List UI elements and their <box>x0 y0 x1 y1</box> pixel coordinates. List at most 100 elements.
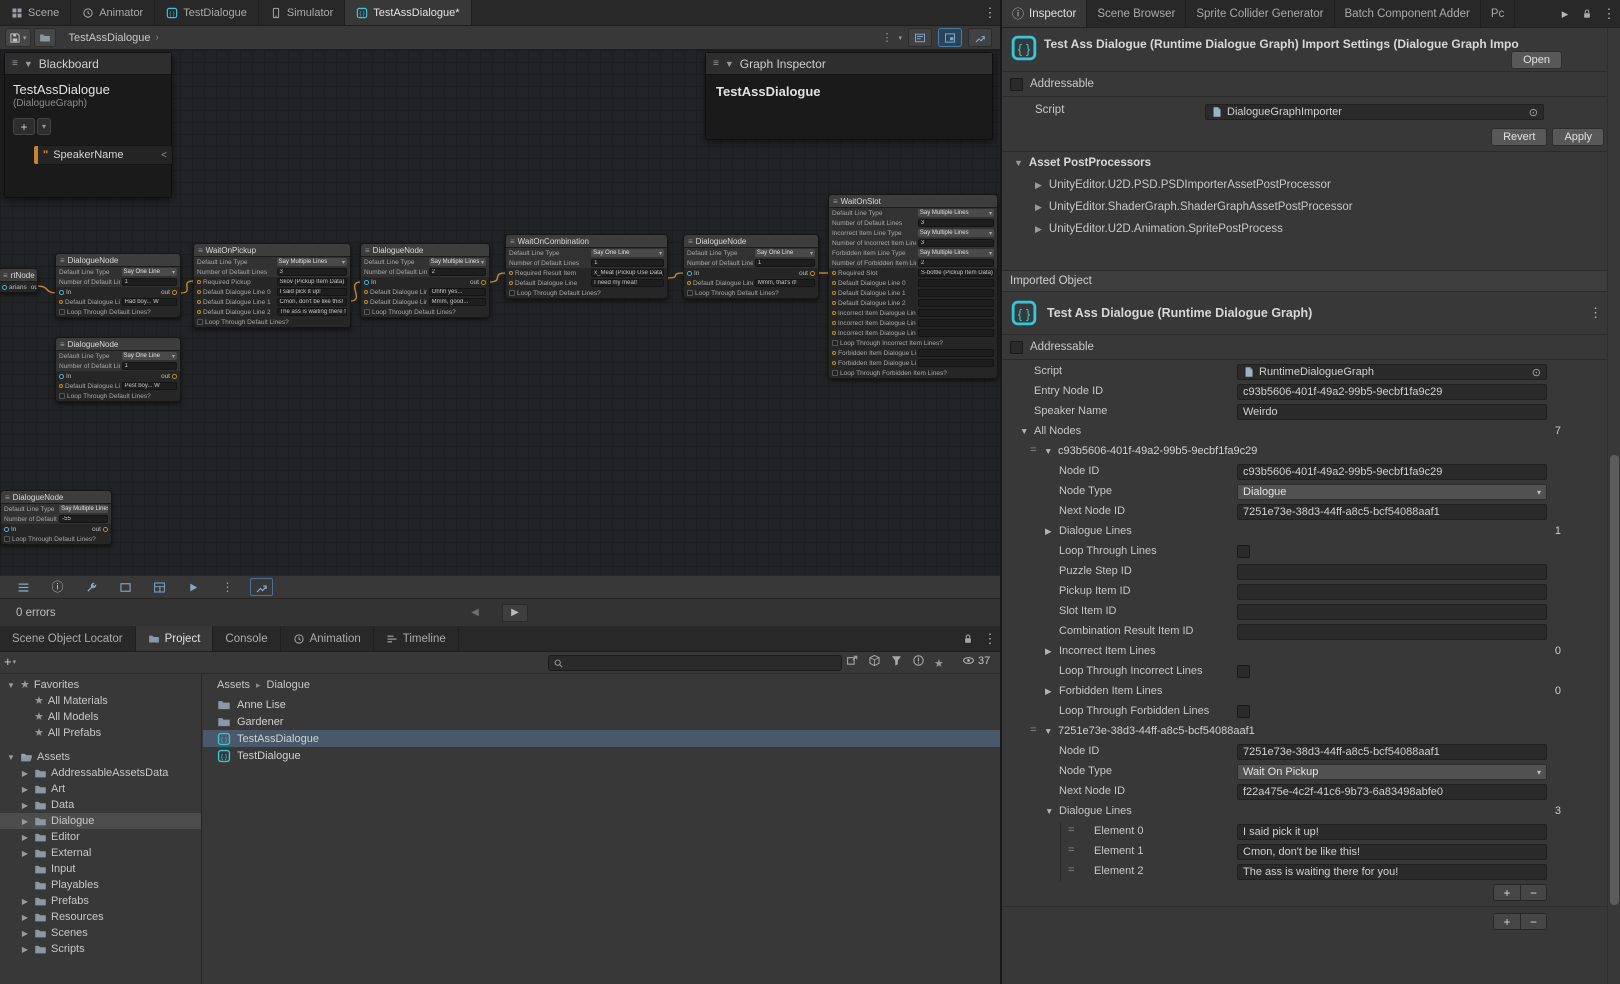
node-row-default-line-type[interactable]: Default Line TypeSay One Line▾ <box>56 351 180 361</box>
output-port[interactable] <box>481 280 486 285</box>
create-asset-button[interactable]: +▾ <box>4 654 16 669</box>
port-icon[interactable] <box>687 281 691 285</box>
checkbox[interactable] <box>1237 545 1250 558</box>
node-row[interactable]: Inout <box>1 524 111 534</box>
foldout-arrow-icon[interactable]: ▶ <box>20 913 30 922</box>
add-property-caret[interactable]: ▾ <box>37 118 51 135</box>
node-row-default-dialogue-line[interactable]: Default Dialogue LineMmm, that's it! <box>684 278 818 288</box>
node-title-bar[interactable]: ≡WaitOnSlot <box>829 195 997 208</box>
checkbox[interactable] <box>4 536 10 542</box>
port-icon[interactable] <box>832 291 836 295</box>
node-row[interactable]: Inout <box>684 268 818 278</box>
input-port[interactable] <box>59 290 64 295</box>
search-field[interactable] <box>548 655 842 671</box>
node-dropdown[interactable]: Say One Line▾ <box>755 249 815 257</box>
drag-handle-icon[interactable]: = <box>1068 864 1074 876</box>
add-property-button[interactable]: + <box>13 118 35 135</box>
array-element-header[interactable]: =▼c93b5606-401f-49a2-99b5-9ecbf1fa9c29 <box>1002 442 1620 462</box>
node-row-incorrect-item-dialogue-line-0[interactable]: Incorrect Item Dialogue Line 0 <box>829 308 997 318</box>
tree-item-favorites[interactable]: ▼★Favorites <box>0 677 201 693</box>
node-row-loop-through-default-lines[interactable]: Loop Through Default Lines? <box>361 307 489 317</box>
port-icon[interactable] <box>832 311 836 315</box>
node-number-field[interactable]: -55 <box>59 515 108 523</box>
package-button[interactable] <box>868 654 881 672</box>
node-row-default-dialogue-line-0[interactable]: Default Dialogue Line 0I said pick it up… <box>194 287 350 297</box>
tab-timeline[interactable]: Timeline <box>374 626 459 651</box>
foldout-arrow-icon[interactable]: ▶ <box>20 945 30 954</box>
kebab-icon[interactable]: ⋮ <box>979 626 1001 651</box>
foldout-arrow-icon[interactable]: ▶ <box>20 801 30 810</box>
tree-item-scenes[interactable]: ▶Scenes <box>0 925 201 941</box>
dropdown-field[interactable]: Dialogue▾ <box>1237 484 1547 500</box>
inspector-tab-inspector[interactable]: ⓘInspector <box>1002 0 1087 27</box>
graph-node-dialoguenode[interactable]: ≡DialogueNodeDefault Line TypeSay One Li… <box>55 253 181 318</box>
breadcrumb[interactable]: TestAssDialogue› <box>69 32 159 44</box>
node-row-default-line-type[interactable]: Default Line TypeSay Multiple Lines▾ <box>829 208 997 218</box>
node-number-field[interactable]: 3 <box>918 219 994 227</box>
text-field[interactable]: 7251e73e-38d3-44ff-a8c5-bcf54088aaf1 <box>1237 744 1547 760</box>
node-row-number-of-default-lines[interactable]: Number of Default Lines1 <box>506 258 667 268</box>
asset-item-anne-lise[interactable]: Anne Lise <box>203 696 1001 713</box>
node-text-field[interactable] <box>918 299 994 307</box>
node-row-loop-through-default-lines[interactable]: Loop Through Default Lines? <box>56 307 180 317</box>
node-row-number-of-forbidden-item-lines[interactable]: Number of Forbidden Item Lines2 <box>829 258 997 268</box>
port-icon[interactable] <box>832 361 836 365</box>
node-dropdown[interactable]: Say Multiple Lines▾ <box>918 249 994 257</box>
tree-item-external[interactable]: ▶External <box>0 845 201 861</box>
node-row-loop-through-default-lines[interactable]: Loop Through Default Lines? <box>1 534 111 544</box>
node-row-forbidden-item-line-type[interactable]: Forbidden Item Line TypeSay Multiple Lin… <box>829 248 997 258</box>
node-number-field[interactable]: 3 <box>277 268 348 276</box>
doc-tab-scene[interactable]: Scene <box>0 0 71 25</box>
expander-icon[interactable]: < <box>161 150 172 161</box>
tree-item-prefabs[interactable]: ▶Prefabs <box>0 893 201 909</box>
checkbox[interactable] <box>509 290 515 296</box>
node-row-default-dialogue-line[interactable]: Default Dialogue LinePest boy... W <box>56 381 180 391</box>
node-dropdown[interactable]: Say Multiple Lines▾ <box>918 209 994 217</box>
doc-tab-animator[interactable]: Animator <box>71 0 155 25</box>
node-object-field[interactable]: x_Meat (Pickup Use Data) (H...⊙ <box>591 269 664 277</box>
text-field[interactable]: Weirdo <box>1237 404 1547 420</box>
chevron-down-icon[interactable]: ▾ <box>898 34 902 42</box>
foldout-arrow-icon[interactable]: ▶ <box>1035 202 1042 213</box>
node-number-field[interactable]: 1 <box>591 259 664 267</box>
graph-inspector-panel[interactable]: ≡ ▼ Graph Inspector TestAssDialogue <box>705 52 993 140</box>
blackboard-panel[interactable]: ≡ ▼ Blackboard TestAssDialogue (Dialogue… <box>4 52 172 198</box>
node-text-field[interactable] <box>918 289 994 297</box>
node-row[interactable]: Inout <box>56 371 180 381</box>
lock-icon[interactable] <box>1576 0 1598 27</box>
blackboard-header[interactable]: ≡ ▼ Blackboard <box>5 53 171 75</box>
graph-node-waitonpickup[interactable]: ≡WaitOnPickupDefault Line TypeSay Multip… <box>193 243 351 328</box>
port-icon[interactable] <box>59 300 63 304</box>
input-port[interactable] <box>687 271 692 276</box>
port-icon[interactable] <box>197 310 201 314</box>
node-number-field[interactable]: 1 <box>122 362 177 370</box>
text-field[interactable]: c93b5606-401f-49a2-99b5-9ecbf1fa9c29 <box>1237 384 1547 400</box>
port-icon[interactable] <box>197 280 201 284</box>
node-text-field[interactable] <box>918 309 994 317</box>
node-row-default-dialogue-line-0[interactable]: Default Dialogue Line 0Ohhh yes... <box>361 287 489 297</box>
warn-button[interactable] <box>912 654 925 672</box>
port-icon[interactable] <box>832 271 836 275</box>
port-icon[interactable] <box>509 281 513 285</box>
node-text-field[interactable]: The ass is waiting there fo... <box>277 308 348 316</box>
node-title-bar[interactable]: ≡DialogueNode <box>56 254 180 267</box>
port-icon[interactable] <box>832 351 836 355</box>
node-title-bar[interactable]: ≡DialogueNode <box>56 338 180 351</box>
node-row-incorrect-item-dialogue-line-1[interactable]: Incorrect Item Dialogue Line 1 <box>829 318 997 328</box>
node-row-default-line-type[interactable]: Default Line TypeSay Multiple Lines▾ <box>1 504 111 514</box>
port-icon[interactable] <box>197 290 201 294</box>
node-row-loop-through-default-lines[interactable]: Loop Through Default Lines? <box>506 288 667 298</box>
input-port[interactable] <box>4 527 9 532</box>
kebab-button[interactable]: ⋮ <box>216 578 239 596</box>
node-row-default-dialogue-line[interactable]: Default Dialogue LineI need my meat! <box>506 278 667 288</box>
node-row-number-of-default-lines[interactable]: Number of Default Lines2 <box>361 267 489 277</box>
text-field[interactable] <box>1237 624 1547 640</box>
node-text-field[interactable]: I said pick it up! <box>277 288 348 296</box>
foldout-arrow-icon[interactable]: ▼ <box>1044 726 1052 736</box>
tab-project[interactable]: Project <box>136 626 214 651</box>
postprocessor-unityeditor-shadergraph-shadergraphassetpostprocessor[interactable]: ▶UnityEditor.ShaderGraph.ShaderGraphAsse… <box>1002 196 1620 218</box>
graph-canvas[interactable]: ≡rtNodeariansout≡DialogueNodeDefault Lin… <box>0 50 1001 575</box>
node-row[interactable]: ariansout <box>0 282 37 292</box>
node-text-field[interactable]: Pest boy... W <box>122 382 177 390</box>
node-dropdown[interactable]: Say One Line▾ <box>591 249 664 257</box>
